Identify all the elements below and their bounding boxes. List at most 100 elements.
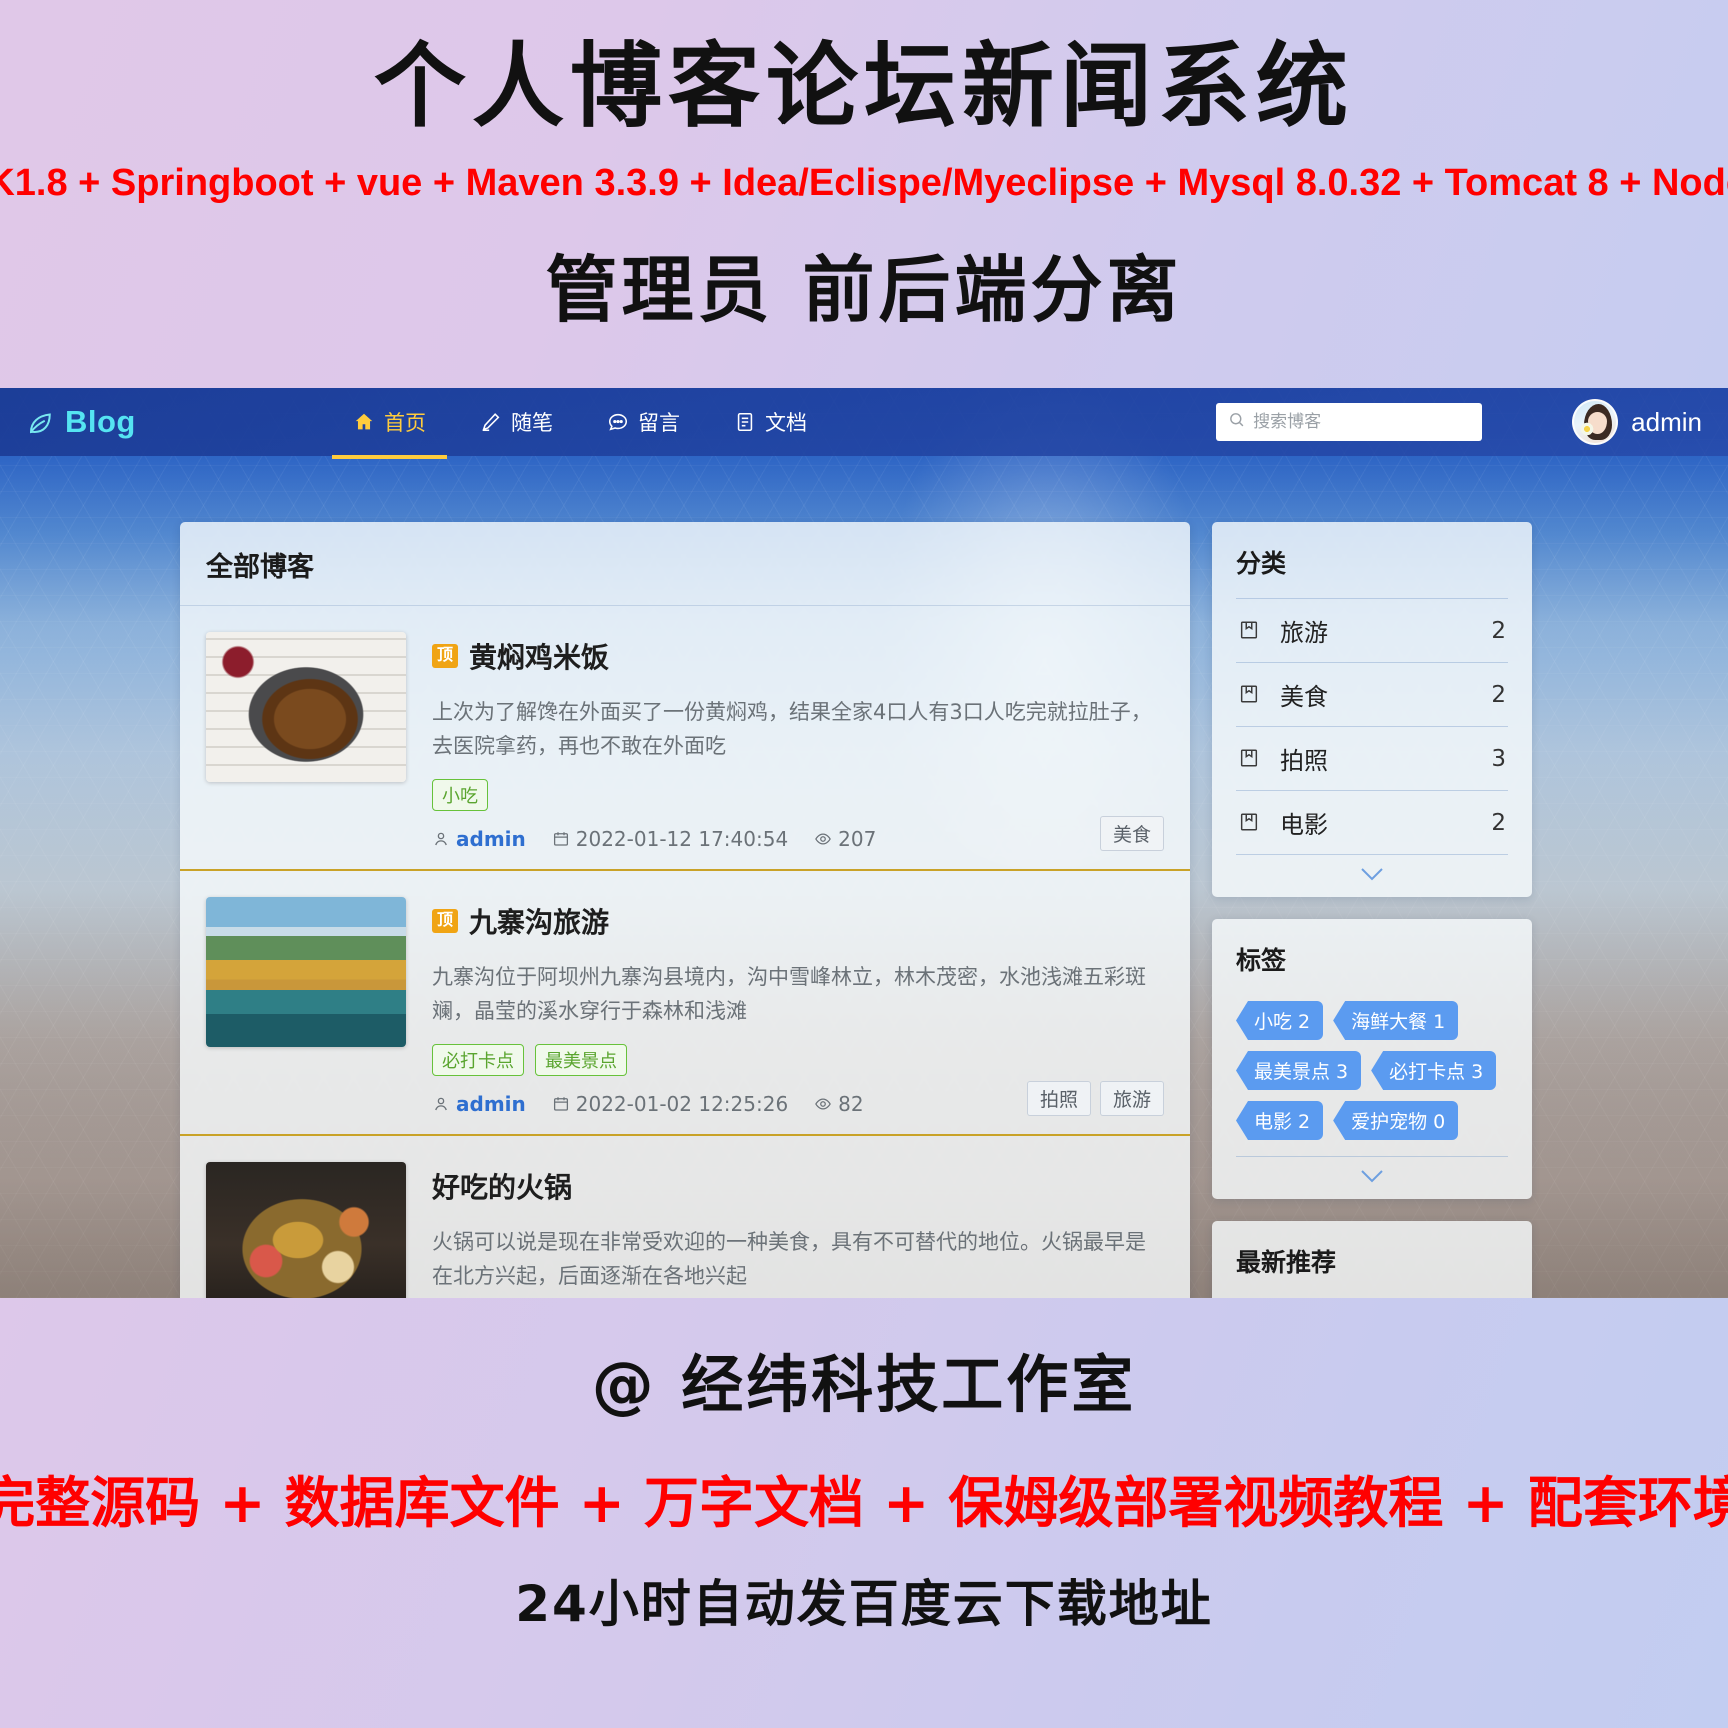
meta-views-cell: 82 (814, 1092, 864, 1116)
nav-links: 首页 随笔 留言 文档 (326, 388, 834, 459)
meta-author: admin (456, 827, 526, 852)
leaf-icon (26, 407, 56, 437)
meta-author-cell: admin (432, 1092, 526, 1116)
category-chip[interactable]: 旅游 (1099, 1081, 1164, 1117)
document-icon (734, 411, 756, 433)
book-icon (1238, 811, 1260, 835)
user-area[interactable]: admin (1572, 399, 1702, 445)
promo-tech-stack: JDK1.8 + Springboot + vue + Maven 3.3.9 … (0, 161, 1728, 204)
nav-item-home[interactable]: 首页 (326, 388, 453, 459)
blog-tag[interactable]: 小吃 (432, 779, 488, 812)
brand-text: Blog (65, 404, 136, 439)
blog-thumbnail (206, 632, 406, 782)
search-box[interactable] (1216, 403, 1483, 441)
sidebar-tag[interactable]: 最美景点 3 (1236, 1051, 1362, 1090)
sidebar-tag[interactable]: 海鲜大餐 1 (1333, 1001, 1459, 1040)
sidebar-recommend-title: 最新推荐 (1236, 1248, 1337, 1277)
search-input[interactable] (1253, 412, 1471, 432)
nav-item-messages[interactable]: 留言 (580, 388, 707, 457)
sidebar-category-item[interactable]: 旅游 2 (1236, 598, 1508, 662)
all-blogs-title: 全部博客 (180, 522, 1190, 606)
home-icon (353, 411, 375, 433)
sidebar-tag[interactable]: 电影 2 (1236, 1101, 1324, 1140)
meta-date-cell: 2022-01-12 17:40:54 (552, 827, 788, 851)
blog-description: 火锅可以说是现在非常受欢迎的一种美食，具有不可替代的地位。火锅最早是在北方兴起，… (432, 1230, 1146, 1289)
promo-subtitle: 管理员 前后端分离 (545, 247, 1183, 332)
blog-title[interactable]: 九寨沟旅游 (469, 901, 609, 941)
main-column: 全部博客 顶 黄焖鸡米饭 上次为了解馋在外面买了一份黄焖鸡，结果全家4口人有3口… (180, 522, 1190, 1298)
sidebar-category-name: 美食 (1280, 683, 1328, 711)
screenshot-root: 个人博客论坛新闻系统 JDK1.8 + Springboot + vue + M… (0, 0, 1728, 1728)
comment-icon (607, 411, 629, 433)
search-icon (1228, 411, 1245, 433)
tags-expand-button[interactable] (1236, 1157, 1508, 1199)
blog-meta: admin 2022-01-12 17:40:54 207 (432, 827, 1164, 851)
blog-category-chips: 美食 (1099, 816, 1164, 852)
category-chip[interactable]: 拍照 (1026, 1081, 1091, 1117)
promo-bundle: 完整源码 + 数据库文件 + 万字文档 + 保姆级部署视频教程 + 配套环境 (0, 1471, 1728, 1535)
blog-entry-head: 顶 九寨沟旅游 (432, 901, 1164, 941)
sidebar-recommend-list: 黄焖鸡米饭 好吃的火锅 (1212, 1279, 1532, 1298)
blog-thumbnail (206, 1162, 406, 1298)
promo-studio: @ 经纬科技工作室 (591, 1348, 1137, 1421)
sidebar-recommend-item[interactable]: 黄焖鸡米饭 (1236, 1279, 1508, 1298)
pencil-icon (480, 411, 502, 433)
blog-tag[interactable]: 最美景点 (535, 1044, 627, 1077)
blog-tag-list: 小吃 (432, 779, 1164, 812)
top-badge: 顶 (432, 909, 459, 934)
sidebar-column: 分类 旅游 2 美食 2 拍照 3 电影 2 标签 小吃 2 海鲜大餐 1 最美… (1212, 522, 1532, 1298)
sidebar-category-count: 2 (1491, 809, 1506, 836)
meta-date: 2022-01-12 17:40:54 (575, 827, 789, 852)
blog-entry[interactable]: 顶 九寨沟旅游 九寨沟位于阿坝州九寨沟县境内，沟中雪峰林立，林木茂密，水池浅滩五… (180, 871, 1190, 1137)
brand-logo[interactable]: Blog (26, 404, 326, 440)
user-name: admin (1631, 406, 1702, 437)
book-icon (1238, 683, 1260, 707)
promo-title: 个人博客论坛新闻系统 (373, 33, 1354, 140)
promo-banner-bottom: @ 经纬科技工作室 完整源码 + 数据库文件 + 万字文档 + 保姆级部署视频教… (0, 1298, 1728, 1728)
sidebar-category-item[interactable]: 美食 2 (1236, 662, 1508, 726)
all-blogs-card: 全部博客 顶 黄焖鸡米饭 上次为了解馋在外面买了一份黄焖鸡，结果全家4口人有3口… (180, 522, 1190, 1298)
sidebar-category-name: 电影 (1280, 811, 1328, 839)
blog-title[interactable]: 好吃的火锅 (432, 1166, 572, 1206)
sidebar-recommend-card: 最新推荐 黄焖鸡米饭 好吃的火锅 (1212, 1221, 1532, 1298)
categories-expand-button[interactable] (1236, 854, 1508, 897)
blog-description: 上次为了解馋在外面买了一份黄焖鸡，结果全家4口人有3口人吃完就拉肚子，去医院拿药… (432, 700, 1152, 759)
sidebar-tag-list: 小吃 2 海鲜大餐 1 最美景点 3 必打卡点 3 电影 2 爱护宠物 0 (1212, 995, 1532, 1140)
sidebar-category-item[interactable]: 电影 2 (1236, 790, 1508, 854)
meta-date: 2022-01-02 12:25:26 (575, 1092, 789, 1117)
nav-item-docs[interactable]: 文档 (707, 388, 834, 457)
user-icon (435, 832, 447, 846)
top-badge: 顶 (432, 644, 459, 668)
sidebar-category-name: 旅游 (1280, 619, 1328, 647)
avatar[interactable] (1572, 399, 1619, 445)
blog-category-chips: 拍照 旅游 (1026, 1081, 1164, 1117)
sidebar-categories-title: 分类 (1236, 549, 1287, 578)
blog-entry-body: 顶 九寨沟旅游 九寨沟位于阿坝州九寨沟县境内，沟中雪峰林立，林木茂密，水池浅滩五… (432, 897, 1164, 1117)
book-icon (1238, 747, 1260, 771)
sidebar-category-name: 拍照 (1280, 747, 1328, 775)
blog-tag-list: 必打卡点 最美景点 (432, 1044, 1164, 1077)
eye-icon (815, 833, 832, 845)
sidebar-category-item[interactable]: 拍照 3 (1236, 726, 1508, 790)
meta-author-cell: admin (432, 827, 526, 851)
nav-label-essays: 随笔 (511, 412, 553, 435)
category-chip[interactable]: 美食 (1099, 816, 1164, 852)
meta-views-cell: 207 (814, 827, 876, 851)
promo-banner-top: 个人博客论坛新闻系统 JDK1.8 + Springboot + vue + M… (0, 0, 1728, 388)
nav-item-essays[interactable]: 随笔 (453, 388, 580, 457)
sidebar-categories-card: 分类 旅游 2 美食 2 拍照 3 电影 2 (1212, 522, 1532, 897)
sidebar-tag[interactable]: 必打卡点 3 (1371, 1051, 1497, 1090)
blog-title[interactable]: 黄焖鸡米饭 (469, 636, 609, 676)
sidebar-tag[interactable]: 爱护宠物 0 (1333, 1101, 1459, 1140)
blog-entry[interactable]: 好吃的火锅 火锅可以说是现在非常受欢迎的一种美食，具有不可替代的地位。火锅最早是… (180, 1136, 1190, 1298)
sidebar-tag[interactable]: 小吃 2 (1236, 1001, 1324, 1040)
blog-entry-head: 顶 黄焖鸡米饭 (432, 636, 1164, 676)
blog-entry[interactable]: 顶 黄焖鸡米饭 上次为了解馋在外面买了一份黄焖鸡，结果全家4口人有3口人吃完就拉… (180, 606, 1190, 872)
meta-author: admin (456, 1092, 526, 1117)
blog-tag[interactable]: 必打卡点 (432, 1044, 524, 1077)
meta-views: 207 (838, 827, 877, 852)
blog-entry-body: 顶 黄焖鸡米饭 上次为了解馋在外面买了一份黄焖鸡，结果全家4口人有3口人吃完就拉… (432, 632, 1164, 852)
page-content: 全部博客 顶 黄焖鸡米饭 上次为了解馋在外面买了一份黄焖鸡，结果全家4口人有3口… (0, 456, 1728, 1298)
calendar-icon (553, 832, 568, 846)
sidebar-category-count: 3 (1491, 745, 1506, 772)
